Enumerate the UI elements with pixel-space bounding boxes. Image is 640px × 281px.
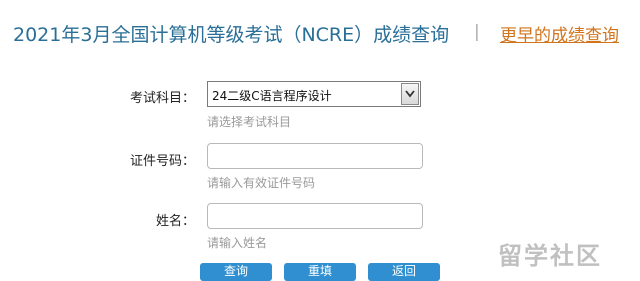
name-input[interactable] (207, 203, 423, 229)
name-hint: 请输入姓名 (207, 236, 268, 250)
chevron-down-icon (405, 90, 415, 98)
reset-button[interactable]: 重填 (284, 263, 356, 281)
query-button[interactable]: 查询 (200, 263, 272, 281)
subject-selected-value: 24二级C语言程序设计 (212, 89, 332, 103)
page-title: 2021年3月全国计算机等级考试（NCRE）成绩查询 (13, 24, 450, 46)
earlier-results-link[interactable]: 更早的成绩查询 (500, 21, 619, 46)
dropdown-arrow-button[interactable] (401, 83, 419, 105)
subject-select[interactable]: 24二级C语言程序设计 (207, 81, 421, 107)
id-number-hint: 请输入有效证件号码 (207, 176, 316, 190)
subject-label: 考试科目： (129, 91, 195, 106)
header-separator: | (474, 22, 480, 42)
id-number-input[interactable] (207, 143, 423, 169)
subject-hint: 请选择考试科目 (207, 115, 292, 129)
id-number-label: 证件号码： (129, 154, 195, 169)
page-header: 2021年3月全国计算机等级考试（NCRE）成绩查询 | 更早的成绩查询 (0, 0, 640, 66)
back-button[interactable]: 返回 (368, 263, 440, 281)
name-label: 姓名： (155, 214, 195, 229)
site-watermark: 留学社区 (498, 242, 602, 270)
